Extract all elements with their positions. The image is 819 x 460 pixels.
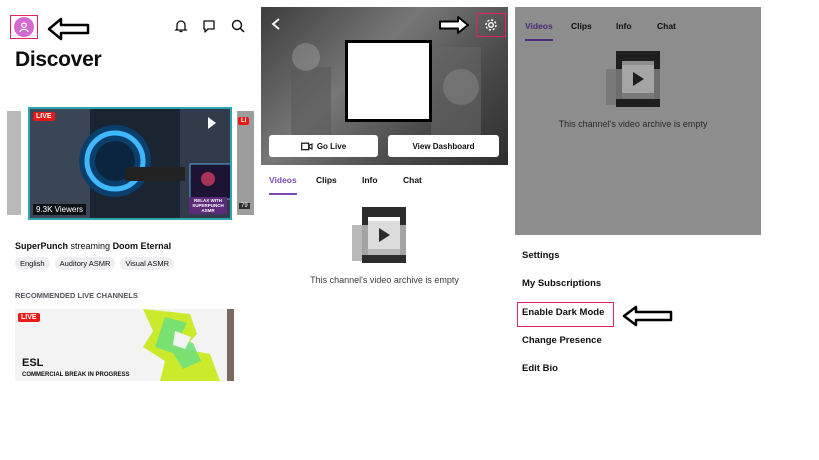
video-archive-icon [606,51,660,107]
go-live-label: Go Live [316,141,347,151]
channel-tabs: Videos Clips Info Chat [261,175,508,197]
section-title: RECOMMENDED LIVE CHANNELS [15,291,138,300]
recommended-stream-art [15,309,234,381]
live-badge: LI [238,117,250,125]
right-arrow-icon [439,16,469,34]
menu-edit-bio[interactable]: Edit Bio [522,363,558,374]
empty-archive-message: This channel's video archive is empty [310,275,459,285]
stream-title-middle: streaming [70,241,111,251]
menu-my-subscriptions[interactable]: My Subscriptions [522,278,601,289]
go-live-button[interactable]: Go Live [269,135,378,157]
channel-name[interactable]: SuperPunch [15,241,68,251]
right-thumb-viewers: 79 [239,203,250,209]
left-arrow-icon [622,305,673,327]
tab-clips[interactable]: Clips [571,21,592,31]
empty-archive-message: This channel's video archive is empty [558,119,708,129]
menu-enable-dark-mode[interactable]: Enable Dark Mode [522,307,604,318]
bell-icon[interactable] [173,18,189,34]
menu-settings[interactable]: Settings [522,250,559,261]
channel-screen: Go Live View Dashboard Videos Clips Info… [261,7,508,381]
featured-stream-thumbnail[interactable]: LIVE 9.3K Viewers RELAX WITH SUPERPUNCH … [28,107,232,220]
tab-clips[interactable]: Clips [316,175,337,185]
viewer-count: 9.3K Viewers [33,204,86,215]
discover-screen: Discover LI 79 LIVE 9.3K Viewers RELAX W… [7,7,254,381]
dimmed-backdrop[interactable]: Videos Clips Info Chat This channel's vi… [515,7,761,235]
page-title: Discover [15,48,102,71]
live-badge: LIVE [18,313,40,322]
tab-chat[interactable]: Chat [403,175,422,185]
search-icon[interactable] [230,18,246,34]
live-badge: LIVE [33,112,55,121]
tag-list: English Auditory ASMR Visual ASMR [15,257,175,270]
tab-info[interactable]: Info [616,21,632,31]
settings-highlight[interactable] [476,13,506,37]
menu-change-presence[interactable]: Change Presence [522,335,602,346]
tag-chip[interactable]: English [15,257,50,270]
view-dashboard-button[interactable]: View Dashboard [388,135,499,157]
stream-title[interactable]: SuperPunch streaming Doom Eternal [15,241,171,251]
tab-videos[interactable]: Videos [269,175,297,185]
profile-image [345,40,432,122]
tab-chat[interactable]: Chat [657,21,676,31]
tab-videos[interactable]: Videos [525,21,553,31]
game-name[interactable]: Doom Eternal [113,241,172,251]
chat-bubble-icon[interactable] [201,18,217,34]
active-tab-indicator [525,39,553,41]
tab-info[interactable]: Info [362,175,378,185]
left-arrow-icon [47,17,90,41]
stream-overlay-text: RELAX WITH SUPERPUNCH ASMR [189,197,227,214]
tag-chip[interactable]: Auditory ASMR [54,257,116,270]
camera-icon [300,142,313,150]
gear-icon[interactable] [483,17,499,33]
avatar-icon[interactable] [14,17,34,37]
recommended-stream-thumbnail[interactable]: LIVE ESL COMMERCIAL BREAK IN PROGRESS [15,309,234,381]
stream-caption: COMMERCIAL BREAK IN PROGRESS [22,372,130,378]
left-carousel-thumb[interactable] [7,111,21,215]
dimmed-tabs: Videos Clips Info Chat [515,18,761,41]
esl-logo: ESL [22,357,44,369]
back-chevron-icon[interactable] [270,17,282,31]
tag-chip[interactable]: Visual ASMR [120,257,175,270]
view-dashboard-label: View Dashboard [412,141,475,151]
video-archive-icon [352,207,406,263]
avatar-highlight[interactable] [10,15,38,39]
right-carousel-thumb[interactable]: LI 79 [237,111,254,215]
active-tab-indicator [269,193,297,195]
